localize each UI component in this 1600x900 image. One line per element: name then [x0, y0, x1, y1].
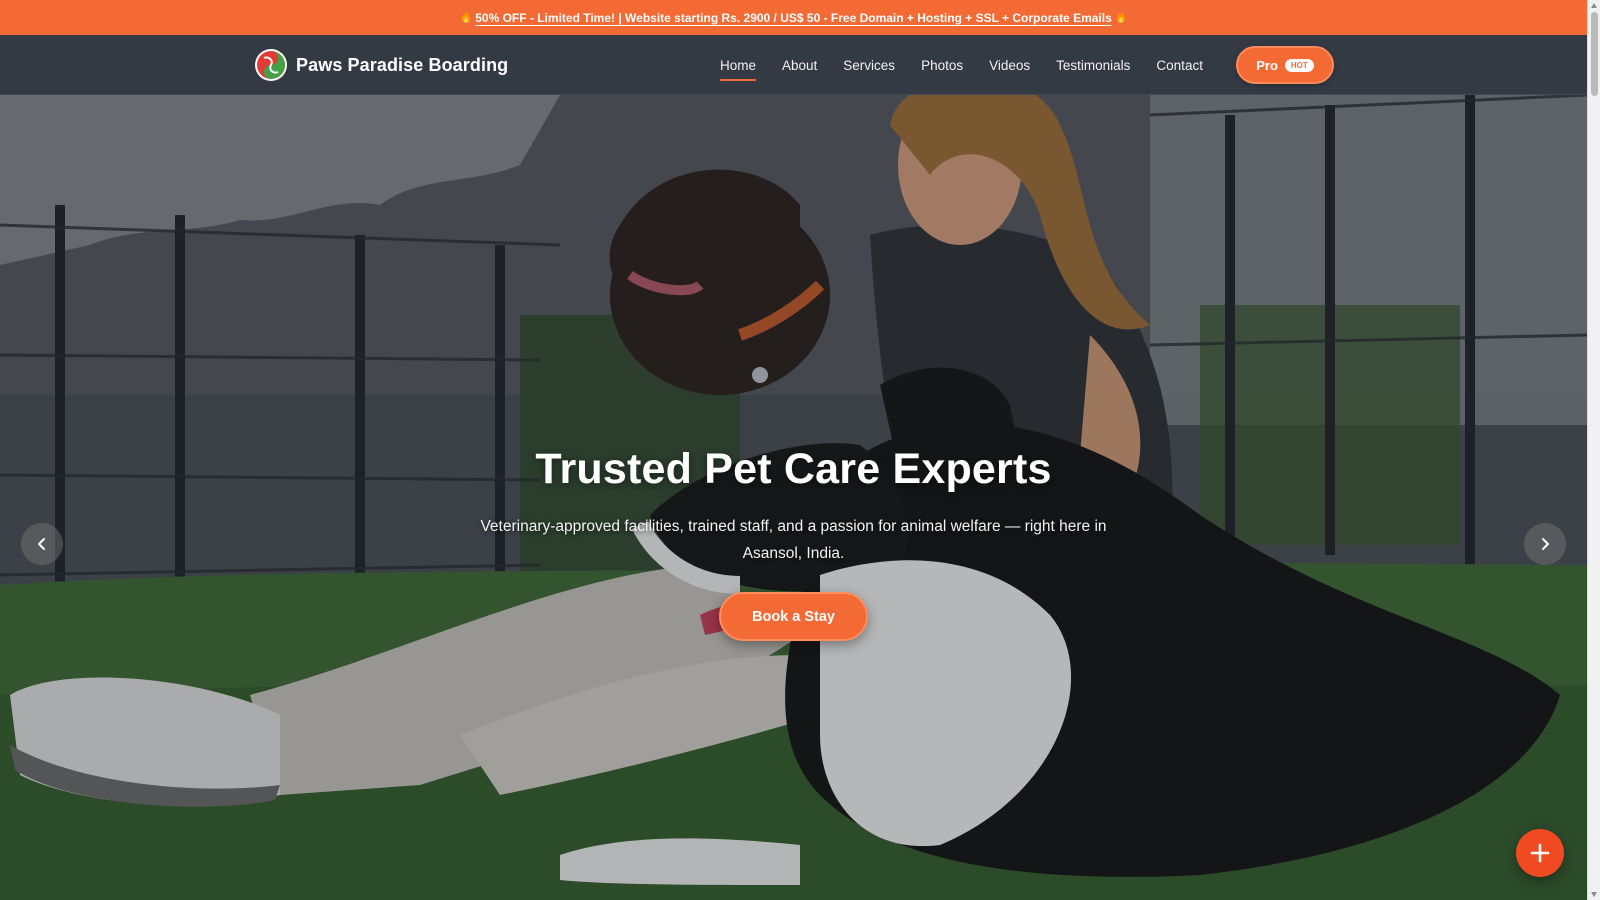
promo-link[interactable]: 50% OFF - Limited Time! | Website starti…	[475, 11, 1112, 25]
nav-videos[interactable]: Videos	[989, 58, 1030, 73]
main-navbar: Paws Paradise Boarding Home About Servic…	[0, 35, 1587, 95]
page-scrollbar[interactable]	[1587, 0, 1600, 900]
nav-menu: Home About Services Photos Videos Testim…	[720, 35, 1229, 95]
flame-icon	[462, 11, 471, 23]
nav-home[interactable]: Home	[720, 58, 757, 81]
hero-title: Trusted Pet Care Experts	[535, 445, 1052, 493]
pro-button-label: Pro	[1256, 57, 1278, 73]
flame-icon	[1116, 11, 1125, 23]
hero-carousel: Trusted Pet Care Experts Veterinary-appr…	[0, 95, 1587, 900]
floating-action-button[interactable]	[1516, 829, 1564, 877]
nav-contact[interactable]: Contact	[1156, 58, 1203, 73]
hero-overlay	[0, 95, 1587, 900]
nav-services[interactable]: Services	[843, 58, 895, 73]
nav-testimonials[interactable]: Testimonials	[1056, 58, 1130, 73]
plus-icon	[1530, 843, 1550, 863]
pro-button[interactable]: Pro HOT	[1236, 46, 1334, 84]
brand-name: Paws Paradise Boarding	[296, 54, 509, 75]
hot-badge: HOT	[1284, 58, 1314, 72]
carousel-next-button[interactable]	[1524, 523, 1566, 565]
hero-subtitle: Veterinary-approved facilities, trained …	[480, 518, 1107, 562]
scroll-down-arrow-icon[interactable]	[1591, 892, 1597, 897]
brand-logo-icon	[255, 49, 287, 81]
chevron-left-icon	[38, 538, 45, 550]
promo-banner[interactable]: 50% OFF - Limited Time! | Website starti…	[0, 0, 1587, 35]
book-a-stay-button[interactable]: Book a Stay	[719, 592, 868, 641]
nav-photos[interactable]: Photos	[921, 58, 963, 73]
carousel-prev-button[interactable]	[21, 523, 63, 565]
scroll-up-arrow-icon[interactable]	[1591, 3, 1597, 8]
nav-about[interactable]: About	[782, 58, 817, 73]
brand[interactable]: Paws Paradise Boarding	[254, 48, 508, 82]
scroll-thumb[interactable]	[1591, 12, 1598, 96]
chevron-right-icon	[1542, 538, 1549, 550]
